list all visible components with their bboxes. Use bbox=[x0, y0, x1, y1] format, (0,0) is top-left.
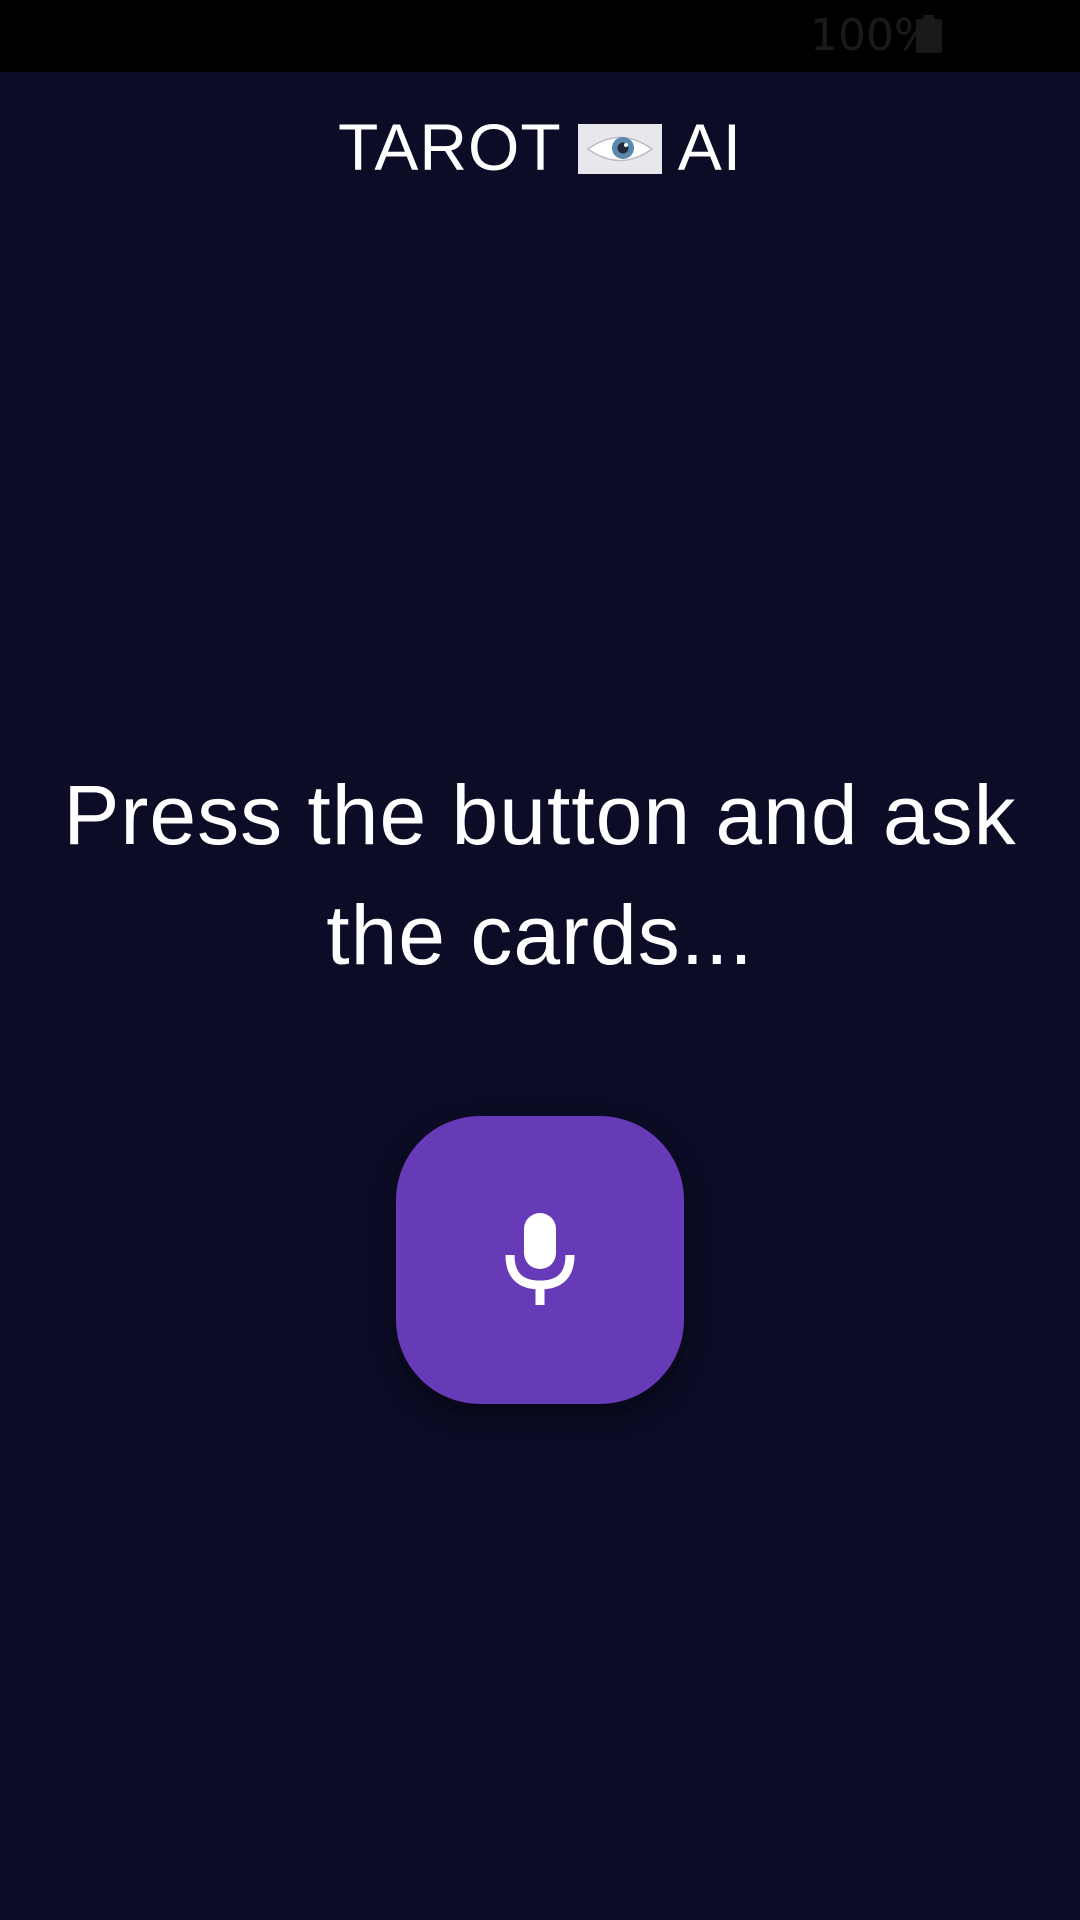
microphone-button[interactable] bbox=[396, 1116, 684, 1404]
app-bar: TAROT AI bbox=[0, 72, 1080, 240]
eye-icon bbox=[577, 124, 662, 174]
app-title-left: TAROT bbox=[337, 110, 562, 184]
app-title: TAROT AI bbox=[338, 109, 742, 185]
instruction-text: Press the button and ask the cards... bbox=[63, 768, 1017, 982]
app-title-right: AI bbox=[677, 110, 743, 184]
microphone-icon bbox=[505, 1213, 575, 1305]
status-bar: 100% bbox=[0, 0, 1080, 72]
battery-full-icon bbox=[916, 15, 942, 53]
